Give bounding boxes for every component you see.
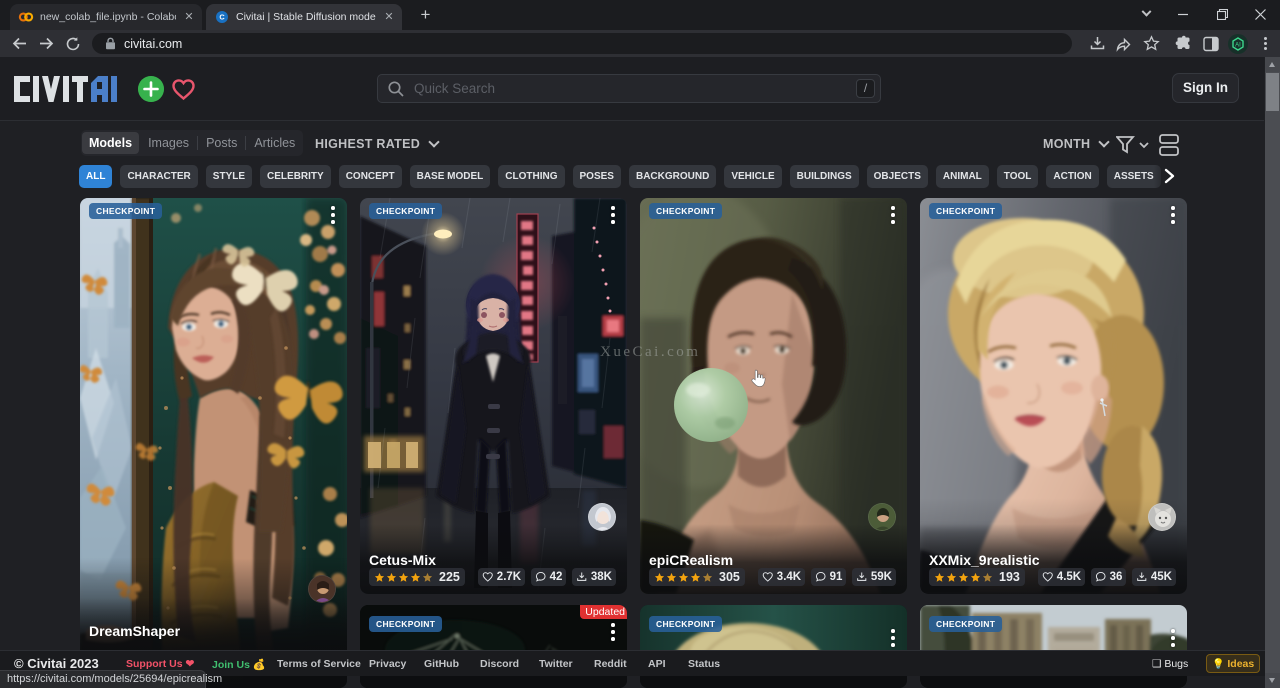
svg-text:C: C — [219, 13, 225, 22]
svg-text:AI: AI — [1235, 42, 1241, 48]
